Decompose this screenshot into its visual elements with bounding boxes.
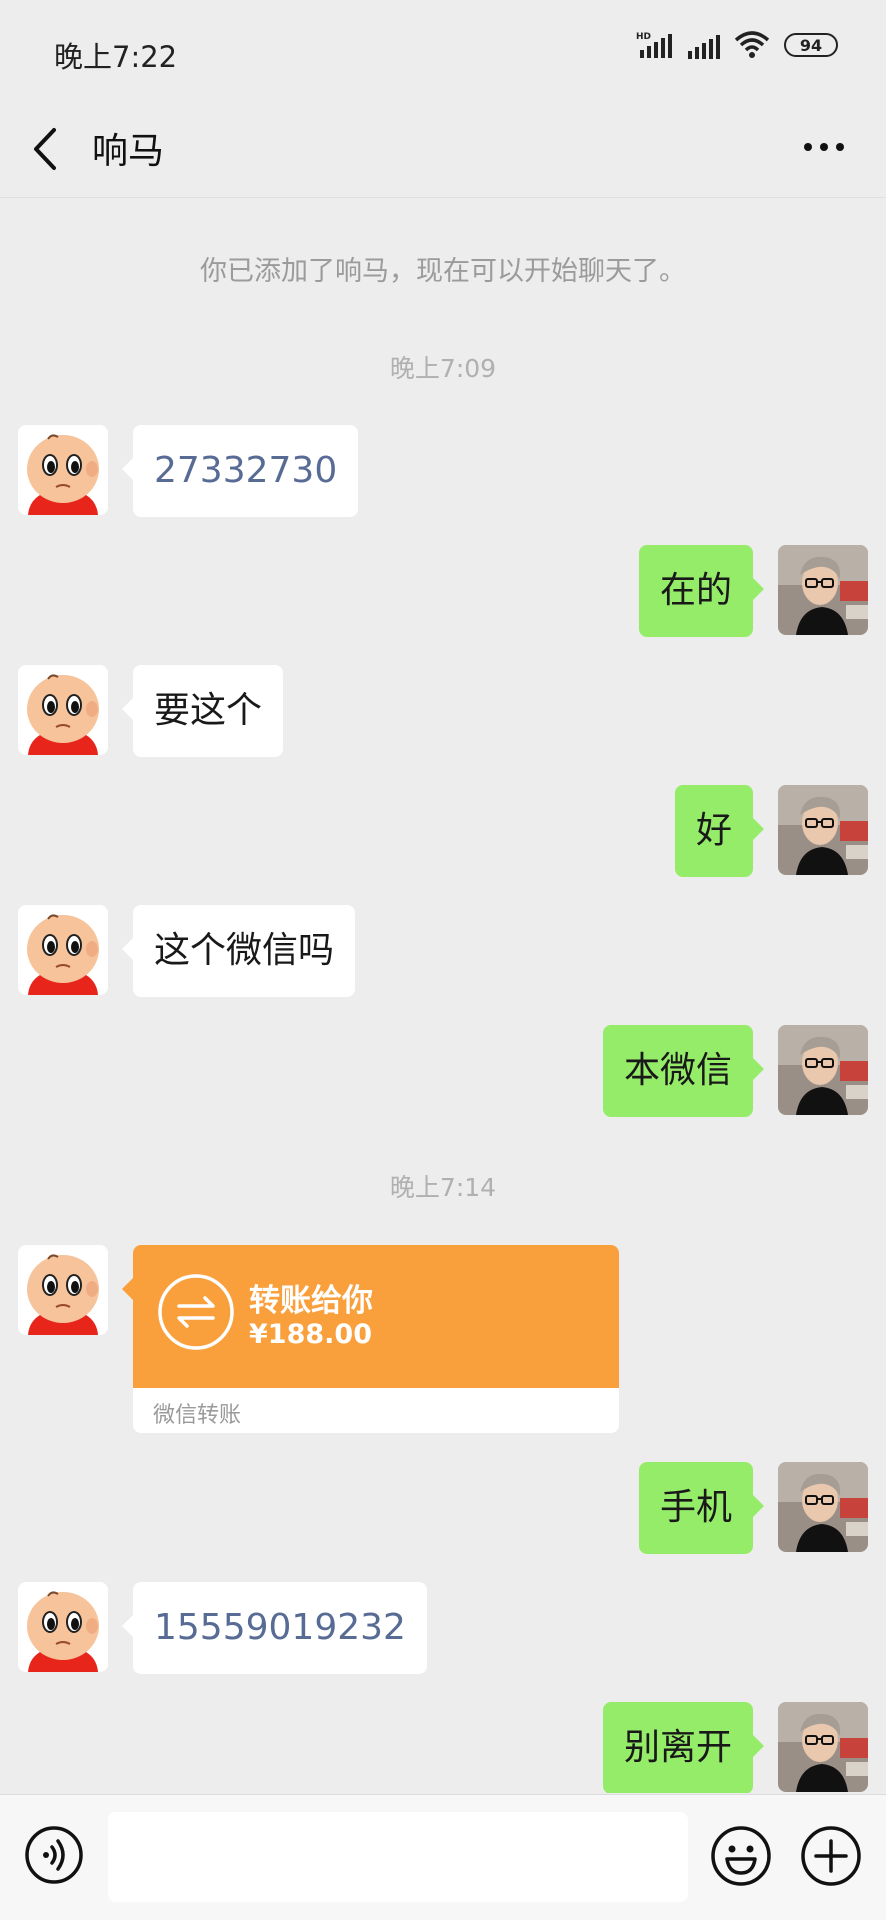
message-bubble-incoming[interactable]: 这个微信吗 <box>121 905 356 997</box>
transfer-footer: 微信转账 <box>153 1403 242 1428</box>
message-bubble-incoming[interactable]: 要这个 <box>121 665 284 757</box>
status-bar: 晚上7:22 HD 94 <box>0 0 886 100</box>
my-avatar[interactable] <box>778 785 868 875</box>
my-avatar[interactable] <box>778 1462 868 1552</box>
time-separator: 晚上7:14 <box>389 1173 497 1202</box>
message-bubble-outgoing[interactable]: 本微信 <box>602 1025 765 1117</box>
svg-text:HD: HD <box>636 32 651 42</box>
contact-avatar[interactable] <box>18 905 108 995</box>
time-separator: 晚上7:09 <box>389 354 497 383</box>
battery-icon: 94 <box>784 33 838 57</box>
input-bar <box>0 1794 886 1920</box>
message-bubble-incoming[interactable]: 15559019232 <box>122 1582 427 1674</box>
plus-icon[interactable] <box>800 1825 862 1887</box>
my-avatar[interactable] <box>778 1025 868 1115</box>
transfer-card[interactable]: 转账给你 ¥188.00 微信转账 <box>133 1245 619 1433</box>
transfer-amount: ¥188.00 <box>249 1319 372 1350</box>
message-bubble-incoming[interactable]: 27332730 <box>121 425 359 517</box>
contact-avatar[interactable] <box>18 1582 108 1672</box>
status-time: 晚上7:22 <box>54 40 178 74</box>
chat-area[interactable]: 你已添加了响马，现在可以开始聊天了。 晚上7:09 27332730 在的 要这… <box>0 199 886 1793</box>
nav-bar: 响马 <box>0 100 886 198</box>
emoji-icon[interactable] <box>710 1825 772 1887</box>
hd-signal-icon: HD <box>636 32 672 58</box>
contact-avatar[interactable] <box>18 1245 108 1335</box>
contact-avatar[interactable] <box>18 425 108 515</box>
message-bubble-outgoing[interactable]: 别离开 <box>602 1702 765 1793</box>
message-input[interactable] <box>108 1812 688 1902</box>
transfer-title: 转账给你 <box>249 1283 373 1319</box>
chat-title: 响马 <box>92 131 165 172</box>
message-bubble-outgoing[interactable]: 在的 <box>638 545 765 637</box>
my-avatar[interactable] <box>778 1702 868 1792</box>
message-bubble-outgoing[interactable]: 手机 <box>638 1462 765 1554</box>
signal-icon <box>688 35 720 59</box>
my-avatar[interactable] <box>778 545 868 635</box>
voice-icon[interactable] <box>24 1825 84 1885</box>
transfer-icon <box>158 1274 234 1350</box>
message-bubble-outgoing[interactable]: 好 <box>674 785 765 877</box>
back-arrow-icon[interactable] <box>26 124 66 174</box>
contact-avatar[interactable] <box>18 665 108 755</box>
system-notice: 你已添加了响马，现在可以开始聊天了。 <box>200 256 686 287</box>
status-icons: HD 94 <box>636 30 838 60</box>
more-icon[interactable] <box>802 140 846 154</box>
wifi-icon <box>734 31 770 58</box>
